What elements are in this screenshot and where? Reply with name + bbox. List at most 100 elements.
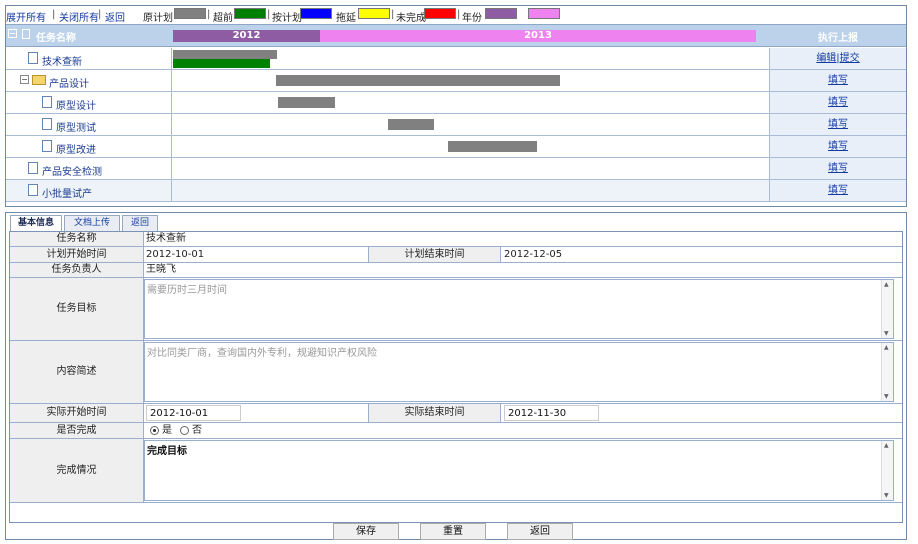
- completion-label: 完成情况: [10, 439, 144, 502]
- report-action-link[interactable]: 编辑|提交: [816, 53, 859, 64]
- tab-back[interactable]: 返回: [122, 215, 158, 231]
- task-label[interactable]: 产品安全检测: [42, 163, 102, 178]
- form-row-goal: 任务目标 需要历时三月时间 ▲ ▼: [10, 278, 902, 341]
- gantt-row-name-cell: 小批量试产: [6, 180, 172, 201]
- task-label[interactable]: 原型设计: [56, 97, 96, 112]
- completed-yes-radio[interactable]: [150, 426, 159, 435]
- gantt-timeline-cell: [172, 158, 770, 179]
- report-action-link[interactable]: 填写: [828, 97, 848, 108]
- report-action-link[interactable]: 填写: [828, 163, 848, 174]
- task-name-value: 技术查新: [146, 233, 186, 244]
- gantt-action-cell: 填写: [770, 70, 906, 91]
- form-row-task-name: 任务名称 技术查新: [10, 232, 902, 247]
- toolbar-separator: |: [52, 9, 56, 20]
- actual-start-label: 实际开始时间: [10, 404, 144, 422]
- doc-icon: [28, 52, 38, 64]
- task-label[interactable]: 产品设计: [49, 75, 89, 90]
- gantt-panel: 展开所有 | 关闭所有 | 返回 原计划 | 超前 | 按计划 拖延 | 未完成…: [5, 5, 907, 207]
- plan-end-value: 2012-12-05: [504, 249, 563, 260]
- report-action-link[interactable]: 填写: [828, 119, 848, 130]
- gantt-bar: [388, 119, 434, 130]
- goal-textarea[interactable]: 需要历时三月时间 ▲ ▼: [144, 279, 894, 339]
- doc-icon: [28, 162, 38, 174]
- summary-label: 内容简述: [10, 341, 144, 403]
- gantt-row-name-cell: − 产品设计: [6, 70, 172, 91]
- gantt-header: − 任务名称 2012 2013 执行上报: [6, 24, 906, 47]
- tab-basic-info[interactable]: 基本信息: [10, 215, 62, 231]
- actual-end-input[interactable]: 2012-11-30: [504, 405, 599, 421]
- legend-swatch-on-plan: [300, 8, 332, 19]
- summary-textarea[interactable]: 对比同类厂商，查询国内外专利，规避知识产权风险 ▲ ▼: [144, 342, 894, 402]
- report-action-link[interactable]: 填写: [828, 141, 848, 152]
- task-label[interactable]: 小批量试产: [42, 185, 92, 200]
- summary-text: 对比同类厂商，查询国内外专利，规避知识产权风险: [147, 348, 377, 359]
- legend-separator: |: [457, 9, 461, 20]
- collapse-toggle-icon[interactable]: −: [8, 29, 17, 38]
- actual-start-input[interactable]: 2012-10-01: [146, 405, 241, 421]
- gantt-row-name-cell: 技术查新: [6, 48, 172, 69]
- legend-swatch-year-2013: [528, 8, 560, 19]
- legend-label-delayed: 拖延: [336, 13, 356, 24]
- plan-start-label: 计划开始时间: [10, 247, 144, 262]
- save-button[interactable]: 保存: [333, 523, 399, 540]
- gantt-row-name-cell: 原型测试: [6, 114, 172, 135]
- plan-end-label: 计划结束时间: [368, 247, 501, 262]
- gantt-timeline-cell: [172, 92, 770, 113]
- folder-icon: [32, 75, 46, 85]
- form-row-plan-times: 计划开始时间 2012-10-01 计划结束时间 2012-12-05: [10, 247, 902, 263]
- report-action-link[interactable]: 填写: [828, 75, 848, 86]
- form-row-completed: 是否完成 是 否: [10, 423, 902, 439]
- gantt-row: 原型设计 填写: [6, 92, 906, 114]
- task-form: 任务名称 技术查新 计划开始时间 2012-10-01 计划结束时间 2012-…: [9, 231, 903, 523]
- gantt-bar: [173, 59, 270, 68]
- gantt-bar: [278, 97, 335, 108]
- legend-swatch-delayed: [358, 8, 390, 19]
- legend-separator: |: [207, 9, 211, 20]
- gantt-action-cell: 填写: [770, 92, 906, 113]
- legend-label-incomplete: 未完成: [396, 13, 426, 24]
- toolbar-back-link[interactable]: 返回: [105, 9, 125, 24]
- gantt-row: 产品安全检测 填写: [6, 158, 906, 180]
- completed-no-radio[interactable]: [180, 426, 189, 435]
- task-label[interactable]: 原型改进: [56, 141, 96, 156]
- back-button[interactable]: 返回: [507, 523, 573, 540]
- collapse-toggle-icon[interactable]: −: [20, 75, 29, 84]
- legend-label-year: 年份: [462, 13, 482, 24]
- form-row-completion: 完成情况 完成目标 ▲ ▼: [10, 439, 902, 503]
- toolbar-separator: |: [98, 9, 102, 20]
- completion-scrollbar[interactable]: ▲ ▼: [881, 441, 893, 500]
- gantt-row-name-cell: 产品安全检测: [6, 158, 172, 179]
- form-buttons: 保存 重置 返回: [9, 523, 903, 540]
- legend-label-on-plan: 按计划: [272, 13, 302, 24]
- year-2012-band: 2012: [173, 30, 320, 42]
- task-detail-panel: 基本信息 文档上传 返回 任务名称 技术查新 计划开始时间 2012-10-01…: [5, 212, 907, 540]
- completed-no-label: 否: [192, 425, 202, 436]
- doc-icon: [42, 140, 52, 152]
- completion-textarea[interactable]: 完成目标 ▲ ▼: [144, 440, 894, 501]
- summary-scrollbar[interactable]: ▲ ▼: [881, 343, 893, 401]
- reset-button[interactable]: 重置: [420, 523, 486, 540]
- collapse-all-link[interactable]: 关闭所有: [59, 9, 99, 24]
- plan-start-value: 2012-10-01: [146, 249, 205, 260]
- task-label[interactable]: 原型测试: [56, 119, 96, 134]
- legend-swatch-incomplete: [424, 8, 456, 19]
- gantt-action-cell: 填写: [770, 114, 906, 135]
- gantt-bar: [173, 50, 277, 59]
- gantt-action-cell: 填写: [770, 158, 906, 179]
- expand-all-link[interactable]: 展开所有: [6, 9, 46, 24]
- gantt-toolbar: 展开所有 | 关闭所有 | 返回 原计划 | 超前 | 按计划 拖延 | 未完成…: [6, 6, 906, 24]
- report-action-link[interactable]: 填写: [828, 185, 848, 196]
- gantt-row-name-cell: 原型改进: [6, 136, 172, 157]
- goal-scrollbar[interactable]: ▲ ▼: [881, 280, 893, 338]
- gantt-row: 小批量试产 填写: [6, 180, 906, 202]
- completed-label: 是否完成: [10, 423, 144, 438]
- legend-separator: |: [267, 9, 271, 20]
- doc-icon: [42, 118, 52, 130]
- gantt-header-action: 执行上报: [818, 33, 858, 44]
- gantt-timeline-cell: [172, 180, 770, 201]
- task-label[interactable]: 技术查新: [42, 53, 82, 68]
- owner-value: 王晓飞: [146, 264, 176, 275]
- tab-document-upload[interactable]: 文档上传: [64, 215, 120, 231]
- goal-label: 任务目标: [10, 278, 144, 340]
- gantt-action-cell: 填写: [770, 136, 906, 157]
